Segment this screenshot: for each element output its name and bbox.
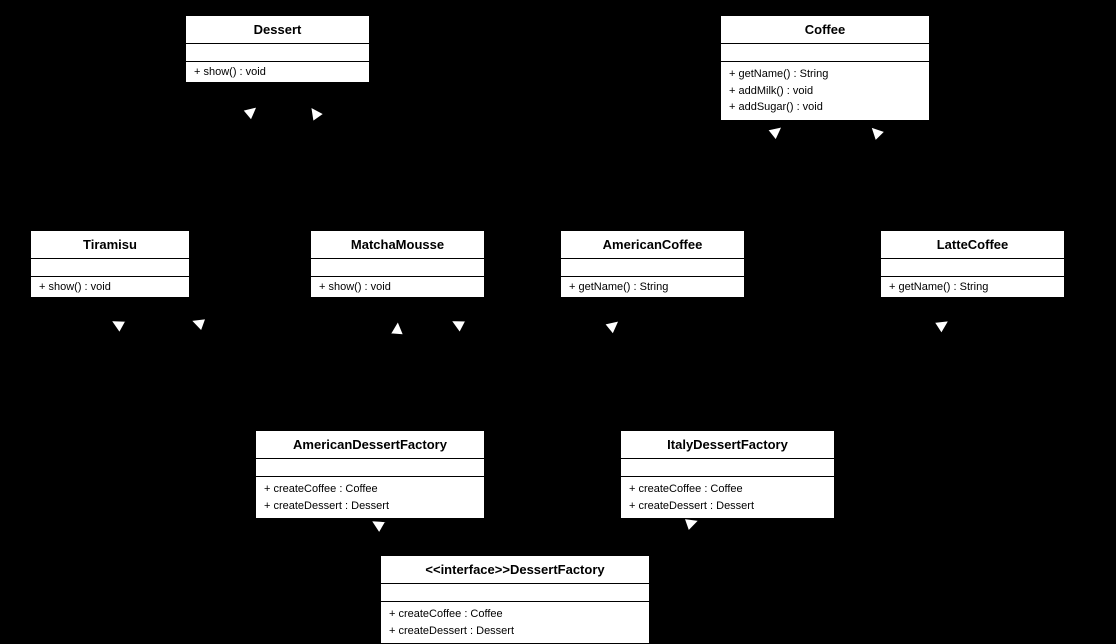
class-dessertfactory-methods: + createCoffee : Coffee + createDessert … (381, 602, 649, 643)
class-lattecoffee-fields (881, 259, 1064, 277)
class-dessertfactory-fields (381, 584, 649, 602)
class-dessert-title: Dessert (186, 16, 369, 44)
class-tiramisu-methods: + show() : void (31, 277, 189, 297)
uml-diagram: Dessert + show() : void Coffee + getName… (0, 0, 1116, 634)
arrows-layer (0, 0, 1116, 634)
class-lattecoffee: LatteCoffee + getName() : String (880, 230, 1065, 298)
class-matchamousse-methods: + show() : void (311, 277, 484, 297)
class-coffee: Coffee + getName() : String + addMilk() … (720, 15, 930, 121)
class-coffee-methods: + getName() : String + addMilk() : void … (721, 62, 929, 120)
class-matchamousse-title: MatchaMousse (311, 231, 484, 259)
class-americandessertfactory-title: AmericanDessertFactory (256, 431, 484, 459)
class-matchamousse-fields (311, 259, 484, 277)
class-tiramisu-fields (31, 259, 189, 277)
class-dessert-fields (186, 44, 369, 62)
class-italydessertfactory-title: ItalyDessertFactory (621, 431, 834, 459)
class-americandessertfactory: AmericanDessertFactory + createCoffee : … (255, 430, 485, 519)
class-americancoffee: AmericanCoffee + getName() : String (560, 230, 745, 298)
class-italydessertfactory: ItalyDessertFactory + createCoffee : Cof… (620, 430, 835, 519)
class-tiramisu: Tiramisu + show() : void (30, 230, 190, 298)
class-dessertfactory: <<interface>>DessertFactory + createCoff… (380, 555, 650, 644)
class-coffee-title: Coffee (721, 16, 929, 44)
class-italydessertfactory-methods: + createCoffee : Coffee + createDessert … (621, 477, 834, 518)
class-americandessertfactory-methods: + createCoffee : Coffee + createDessert … (256, 477, 484, 518)
class-americandessertfactory-fields (256, 459, 484, 477)
class-matchamousse: MatchaMousse + show() : void (310, 230, 485, 298)
class-americancoffee-methods: + getName() : String (561, 277, 744, 297)
class-americancoffee-title: AmericanCoffee (561, 231, 744, 259)
class-coffee-fields (721, 44, 929, 62)
class-dessert-methods: + show() : void (186, 62, 369, 82)
class-italydessertfactory-fields (621, 459, 834, 477)
class-dessert: Dessert + show() : void (185, 15, 370, 83)
class-americancoffee-fields (561, 259, 744, 277)
class-lattecoffee-title: LatteCoffee (881, 231, 1064, 259)
class-tiramisu-title: Tiramisu (31, 231, 189, 259)
class-dessertfactory-title: <<interface>>DessertFactory (381, 556, 649, 584)
class-lattecoffee-methods: + getName() : String (881, 277, 1064, 297)
